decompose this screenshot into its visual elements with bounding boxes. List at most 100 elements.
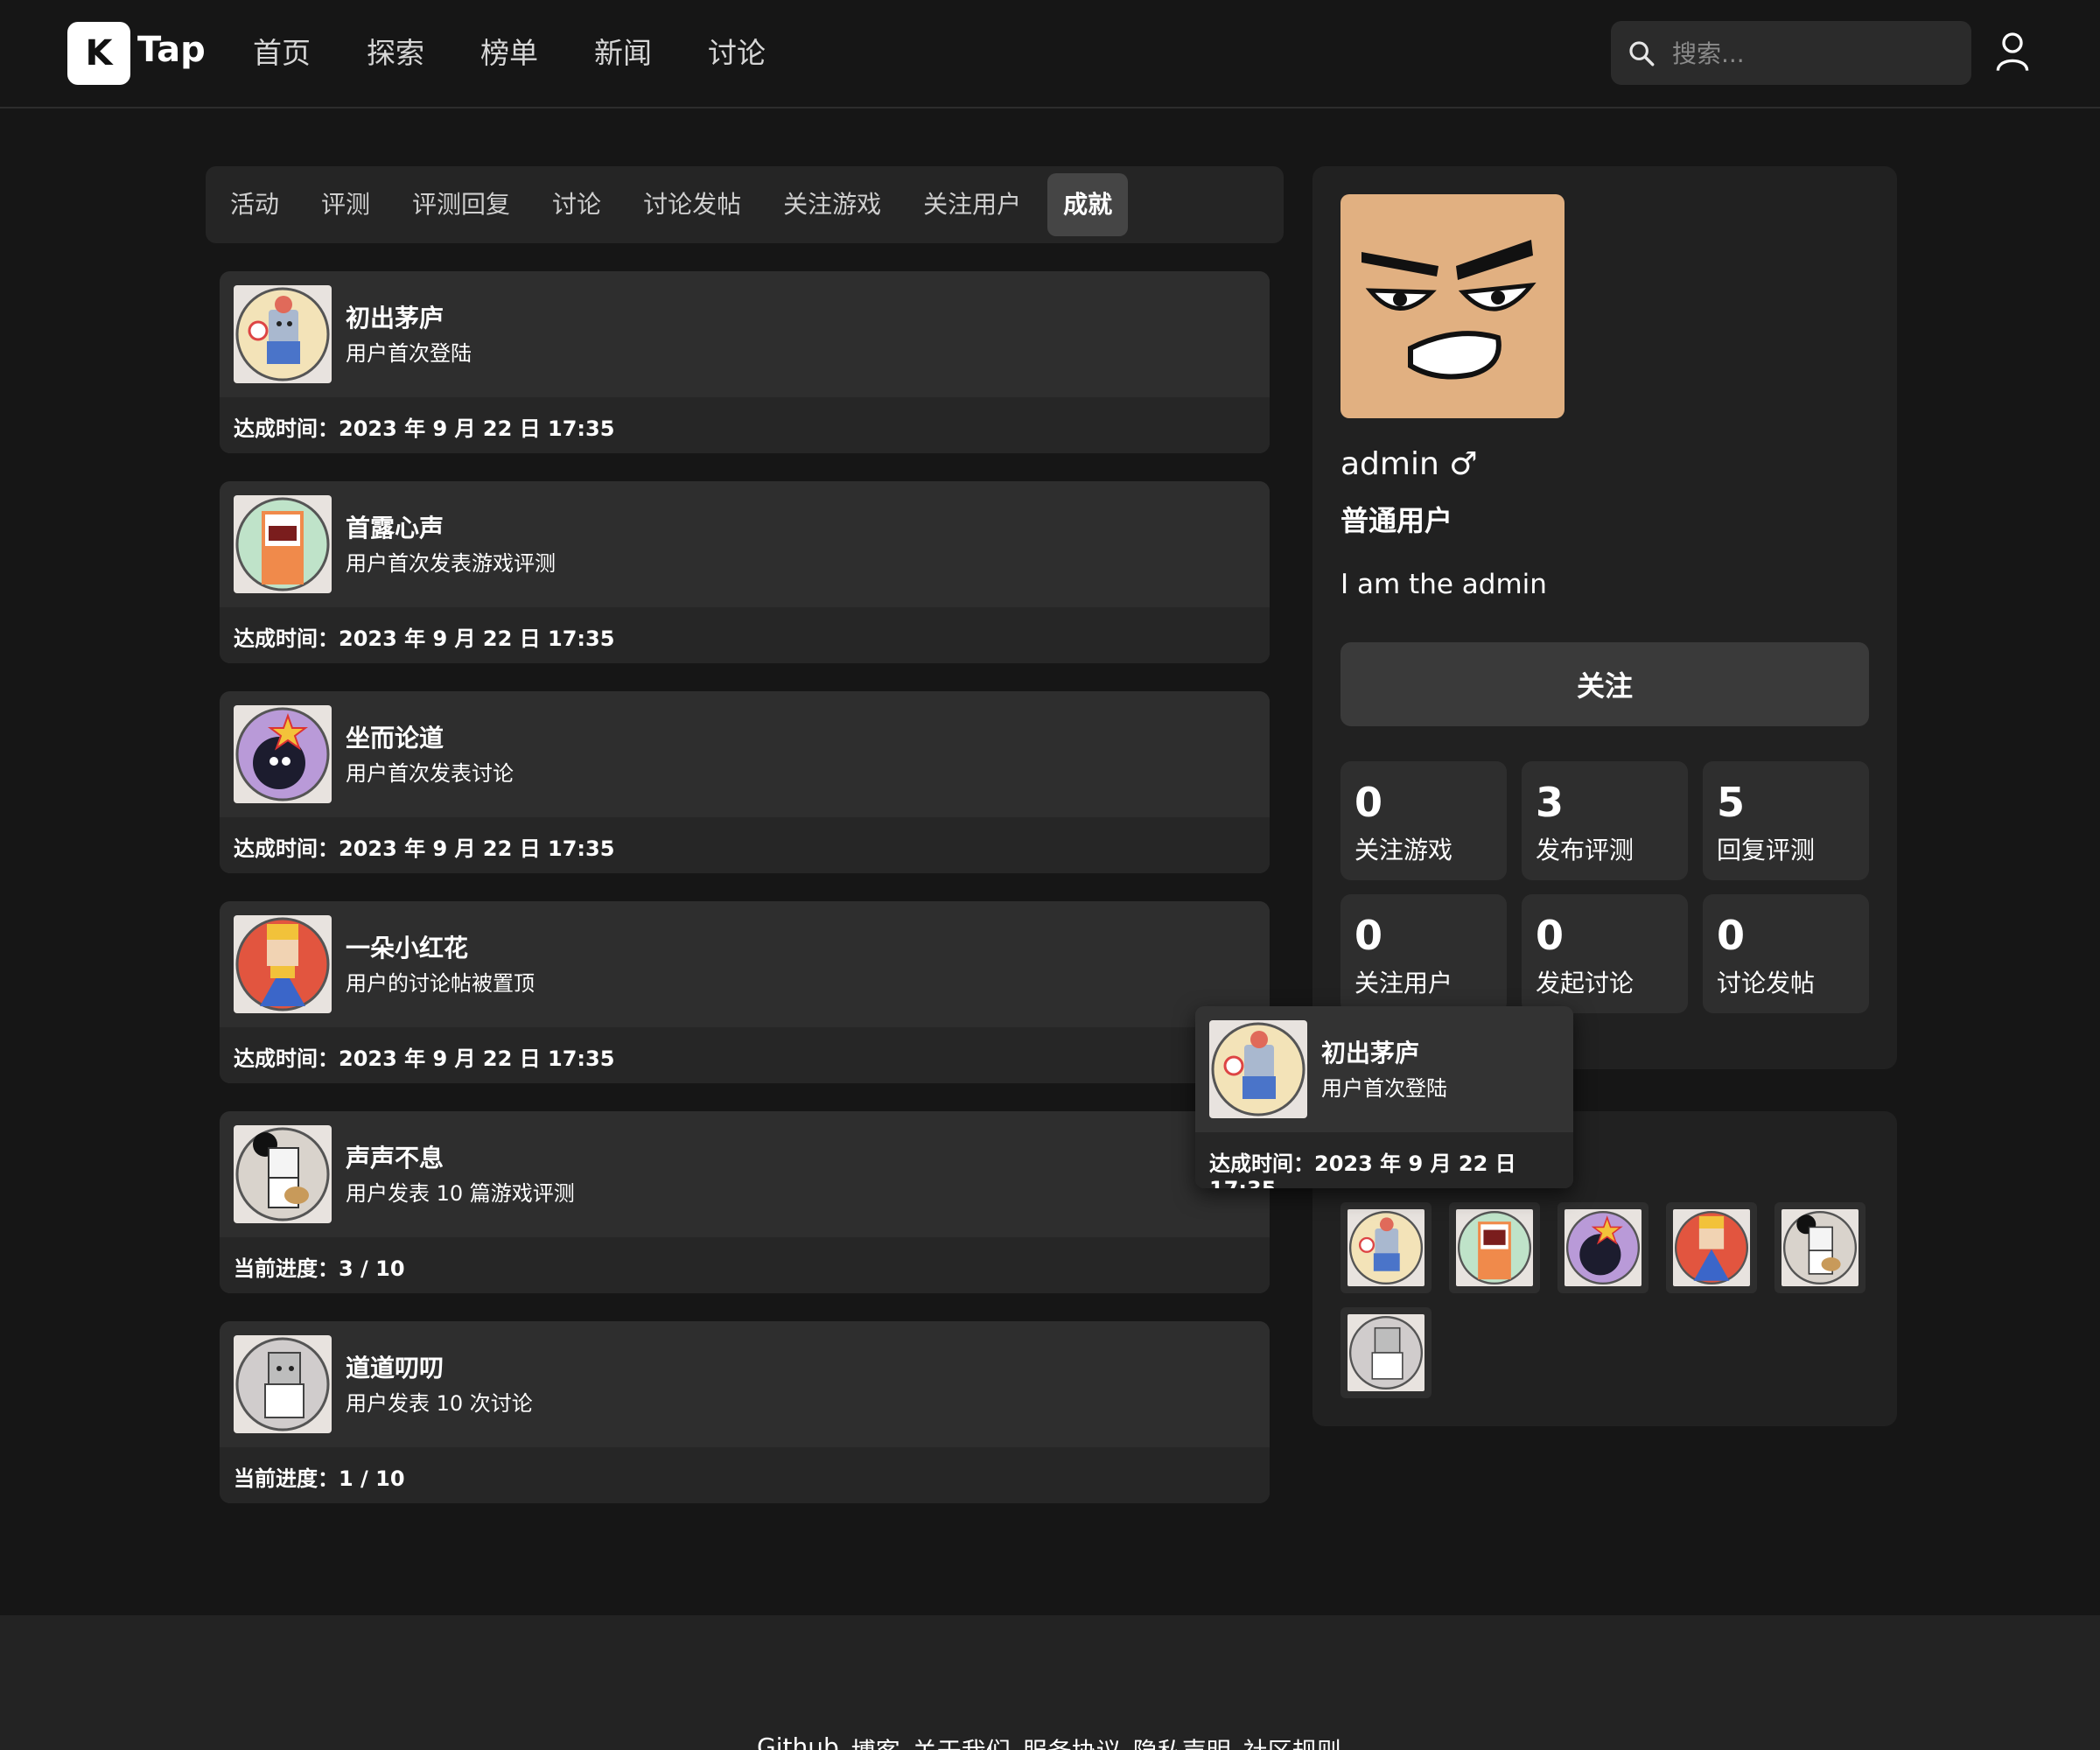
profile-username: admin ♂ [1340, 446, 1478, 482]
page-footer: Github 博客 关于我们 服务协议 隐私声明 社区规则 [0, 1615, 2100, 1750]
bomb-star-icon [1565, 1210, 1641, 1285]
stat-value: 5 [1717, 779, 1746, 826]
stat-followed-users[interactable]: 0 关注用户 [1340, 894, 1507, 1013]
robot-doll-icon [1209, 1020, 1307, 1118]
achievement-time: 达成时间：2023 年 9 月 22 日 17:35 [234, 1046, 615, 1071]
achievement-description: 用户发表 10 篇游戏评测 [346, 1181, 575, 1206]
achievement-card[interactable]: 坐而论道 用户首次发表讨论 达成时间：2023 年 9 月 22 日 17:35 [220, 691, 1270, 873]
stat-label: 回复评测 [1717, 836, 1816, 864]
badge-grey-speaker[interactable] [1340, 1307, 1432, 1398]
achievement-card-body: 坐而论道 用户首次发表讨论 [220, 691, 1270, 817]
achievement-title: 坐而论道 [346, 724, 444, 752]
follow-button[interactable]: 关注 [1340, 642, 1869, 726]
profile-tabs: 活动 评测 评测回复 讨论 讨论发帖 关注游戏 关注用户 成就 [206, 166, 1284, 243]
achievement-description: 用户首次登陆 [346, 341, 472, 366]
achievement-title: 声声不息 [346, 1144, 444, 1172]
stat-value: 3 [1536, 779, 1564, 826]
achievement-footer: 达成时间：2023 年 9 月 22 日 17:35 [220, 607, 1270, 663]
stat-label: 发布评测 [1536, 836, 1634, 864]
achievement-card-body: 道道叨叨 用户发表 10 次讨论 [220, 1321, 1270, 1447]
footer-link-privacy[interactable]: 隐私声明 [1133, 1732, 1231, 1750]
achievement-title: 道道叨叨 [346, 1354, 444, 1382]
achievement-card[interactable]: 初出茅庐 用户首次登陆 达成时间：2023 年 9 月 22 日 17:35 [220, 271, 1270, 453]
stat-followed-games[interactable]: 0 关注游戏 [1340, 761, 1507, 880]
nav-item-discussion[interactable]: 讨论 [708, 32, 766, 75]
achievement-card[interactable]: 声声不息 用户发表 10 篇游戏评测 当前进度：3 / 10 [220, 1111, 1270, 1293]
stat-published-reviews[interactable]: 3 发布评测 [1522, 761, 1688, 880]
king-icon [1674, 1210, 1749, 1285]
king-icon [234, 915, 332, 1013]
achievement-card[interactable]: 道道叨叨 用户发表 10 次讨论 当前进度：1 / 10 [220, 1321, 1270, 1503]
logo-icon[interactable]: K [67, 22, 130, 85]
badge-robot-doll[interactable] [1340, 1202, 1432, 1293]
achievement-description: 用户首次发表讨论 [346, 761, 514, 786]
user-icon[interactable] [1995, 30, 2030, 74]
achievement-card[interactable]: 首露心声 用户首次发表游戏评测 达成时间：2023 年 9 月 22 日 17:… [220, 481, 1270, 663]
footer-link-terms[interactable]: 服务协议 [1023, 1732, 1121, 1750]
badge-bomb-star[interactable] [1558, 1202, 1648, 1293]
achievement-card-body: 一朵小红花 用户的讨论帖被置顶 [220, 901, 1270, 1027]
stat-label: 关注游戏 [1354, 836, 1453, 864]
achievement-time: 达成时间：2023 年 9 月 22 日 17:35 [234, 416, 615, 441]
achievement-card-body: 首露心声 用户首次发表游戏评测 [220, 481, 1270, 607]
achievement-footer: 达成时间：2023 年 9 月 22 日 17:35 [220, 397, 1270, 453]
achievement-card[interactable]: 一朵小红花 用户的讨论帖被置顶 达成时间：2023 年 9 月 22 日 17:… [220, 901, 1270, 1083]
tab-discussions[interactable]: 讨论 [536, 173, 617, 236]
logo-text[interactable]: Tap [137, 30, 206, 70]
shouting-block-icon [1457, 1210, 1532, 1285]
shouting-block-icon [234, 495, 332, 593]
achievement-title: 一朵小红花 [346, 934, 469, 962]
profile-bio: I am the admin [1340, 569, 1547, 600]
profile-role: 普通用户 [1340, 504, 1453, 537]
achievement-footer: 当前进度：3 / 10 [220, 1237, 1270, 1293]
grey-speaker-icon [1348, 1315, 1424, 1390]
achievement-footer: 达成时间：2023 年 9 月 22 日 17:35 [220, 1027, 1270, 1083]
footer-link-about[interactable]: 关于我们 [913, 1732, 1011, 1750]
tab-followed-games[interactable]: 关注游戏 [767, 173, 897, 236]
tab-reviews[interactable]: 评测 [305, 173, 386, 236]
achievement-title: 首露心声 [346, 514, 444, 542]
nav-item-rankings[interactable]: 榜单 [480, 32, 538, 75]
stat-label: 发起讨论 [1536, 969, 1634, 998]
achievement-progress: 当前进度：1 / 10 [234, 1466, 405, 1491]
top-navigation-bar: K Tap 首页 探索 榜单 新闻 讨论 [0, 0, 2100, 108]
achievement-footer: 当前进度：1 / 10 [220, 1447, 1270, 1503]
nav-item-home[interactable]: 首页 [253, 32, 311, 75]
avatar [1340, 194, 1564, 418]
tab-followed-users[interactable]: 关注用户 [907, 173, 1037, 236]
nav-item-news[interactable]: 新闻 [594, 32, 652, 75]
achievement-card-body: 声声不息 用户发表 10 篇游戏评测 [220, 1111, 1270, 1237]
achievement-description: 用户发表 10 次讨论 [346, 1391, 533, 1416]
achievement-tooltip: 初出茅庐 用户首次登陆 达成时间：2023 年 9 月 22 日 17:35 [1195, 1006, 1573, 1188]
achievement-card-body: 初出茅庐 用户首次登陆 [220, 271, 1270, 397]
tooltip-title: 初出茅庐 [1321, 1039, 1420, 1068]
stat-discussion-posts[interactable]: 0 讨论发帖 [1703, 894, 1869, 1013]
stat-value: 0 [1717, 912, 1746, 959]
tab-discussion-posts[interactable]: 讨论发帖 [627, 173, 757, 236]
stat-review-replies[interactable]: 5 回复评测 [1703, 761, 1869, 880]
search-box[interactable] [1611, 21, 1971, 85]
achievement-description: 用户首次发表游戏评测 [346, 551, 556, 576]
achievement-time: 达成时间：2023 年 9 月 22 日 17:35 [234, 626, 615, 651]
profile-panel: admin ♂ 普通用户 I am the admin 关注 0 关注游戏 3 … [1312, 166, 1897, 1069]
tab-review-replies[interactable]: 评测回复 [396, 173, 526, 236]
footer-link-github[interactable]: Github [757, 1732, 839, 1750]
achievement-description: 用户的讨论帖被置顶 [346, 971, 535, 996]
achievement-title: 初出茅庐 [346, 304, 444, 332]
search-input[interactable] [1672, 32, 1952, 75]
nav-item-explore[interactable]: 探索 [367, 32, 424, 75]
badge-shouting-block[interactable] [1449, 1202, 1540, 1293]
tab-activity[interactable]: 活动 [214, 173, 295, 236]
badge-king[interactable] [1666, 1202, 1757, 1293]
tooltip-description: 用户首次登陆 [1321, 1076, 1447, 1101]
achievement-footer: 达成时间：2023 年 9 月 22 日 17:35 [220, 817, 1270, 873]
tab-achievements[interactable]: 成就 [1047, 173, 1129, 236]
footer-link-community-rules[interactable]: 社区规则 [1243, 1732, 1341, 1750]
guitarist-icon [1782, 1210, 1858, 1285]
stat-value: 0 [1354, 779, 1383, 826]
stat-started-discussions[interactable]: 0 发起讨论 [1522, 894, 1688, 1013]
badge-guitarist[interactable] [1774, 1202, 1866, 1293]
tooltip-time: 达成时间：2023 年 9 月 22 日 17:35 [1209, 1152, 1516, 1188]
footer-link-blog[interactable]: 博客 [851, 1732, 900, 1750]
stat-label: 讨论发帖 [1717, 969, 1816, 998]
